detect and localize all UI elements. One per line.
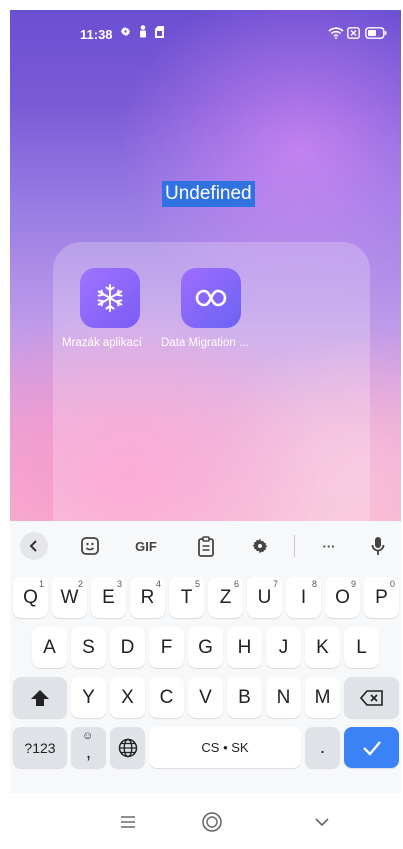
status-time: 11:38	[80, 27, 113, 42]
enter-button[interactable]	[344, 727, 399, 768]
key-v[interactable]: V	[188, 677, 223, 718]
app-label-data-migration: Data Migration ...	[161, 337, 249, 349]
key-r[interactable]: R4	[130, 577, 165, 618]
key-j[interactable]: J	[266, 627, 301, 668]
recent-apps-button[interactable]	[113, 807, 143, 837]
gif-button[interactable]: GIF	[131, 534, 161, 558]
menu-icon	[121, 816, 135, 828]
snowflake-icon	[95, 283, 125, 318]
key-y[interactable]: Y	[71, 677, 106, 718]
language-key[interactable]	[110, 727, 145, 768]
key-e[interactable]: E3	[91, 577, 126, 618]
key-h[interactable]: H	[227, 627, 262, 668]
key-a[interactable]: A	[32, 627, 67, 668]
chevron-left-icon	[29, 540, 37, 552]
key-b[interactable]: B	[227, 677, 262, 718]
voice-input-button[interactable]	[368, 534, 388, 558]
folder-name-input[interactable]: Undefined	[162, 181, 255, 207]
key-d[interactable]: D	[110, 627, 145, 668]
more-options-button[interactable]: ···	[316, 534, 342, 558]
sim-card-icon	[155, 25, 164, 43]
no-sim-icon	[347, 26, 360, 44]
system-navigation-bar	[10, 793, 401, 849]
key-t[interactable]: T5	[169, 577, 204, 618]
battery-icon	[365, 26, 387, 44]
key-x[interactable]: X	[110, 677, 145, 718]
globe-icon	[118, 738, 137, 757]
key-n[interactable]: N	[266, 677, 301, 718]
key-u[interactable]: U7	[247, 577, 282, 618]
keyboard-back-button[interactable]	[20, 532, 48, 560]
phone-screen: 11:38 Undefined Mrazák aplikací Data Mig…	[10, 10, 401, 849]
app-freezer-button[interactable]	[80, 268, 140, 328]
backspace-key[interactable]	[344, 677, 399, 718]
settings-icon	[119, 25, 132, 43]
key-l[interactable]: L	[344, 627, 379, 668]
space-key[interactable]: CS • SK	[149, 727, 301, 768]
home-circle-icon	[202, 812, 222, 832]
wifi-icon	[328, 26, 344, 44]
key-c[interactable]: C	[149, 677, 184, 718]
more-label: ···	[322, 538, 336, 554]
emoji-sticker-button[interactable]	[78, 534, 102, 558]
microphone-icon	[371, 537, 385, 555]
key-f[interactable]: F	[149, 627, 184, 668]
key-g[interactable]: G	[188, 627, 223, 668]
infinity-icon	[194, 287, 228, 314]
toolbar-divider	[294, 535, 295, 557]
key-w[interactable]: W2	[52, 577, 87, 618]
period-key[interactable]: .	[305, 727, 340, 768]
back-button[interactable]	[307, 807, 337, 837]
keyboard: GIF ··· Q1 W2 E3 R4 T5 Z6 U7 I8 O9 P0 A …	[10, 521, 401, 793]
status-bar: 11:38	[10, 10, 401, 54]
backspace-icon	[359, 689, 383, 706]
clipboard-icon	[198, 535, 214, 557]
key-z[interactable]: Z6	[208, 577, 243, 618]
gif-label: GIF	[135, 538, 157, 554]
key-k[interactable]: K	[305, 627, 340, 668]
key-o[interactable]: O9	[325, 577, 360, 618]
key-i[interactable]: I8	[286, 577, 321, 618]
key-p[interactable]: P0	[364, 577, 399, 618]
emoji-icon: ☺	[82, 730, 94, 742]
shift-arrow-icon	[31, 689, 49, 706]
checkmark-icon	[362, 740, 381, 756]
gear-icon	[252, 538, 268, 554]
key-q[interactable]: Q1	[13, 577, 48, 618]
chevron-down-icon	[315, 818, 329, 827]
sticker-icon	[81, 537, 99, 555]
symbols-key[interactable]: ?123	[13, 727, 67, 768]
app-data-migration-button[interactable]	[181, 268, 241, 328]
comma-emoji-key[interactable]: ☺ ,	[71, 727, 106, 768]
key-s[interactable]: S	[71, 627, 106, 668]
key-m[interactable]: M	[305, 677, 340, 718]
home-button[interactable]	[197, 807, 227, 837]
clipboard-button[interactable]	[194, 534, 218, 558]
app-label-freezer: Mrazák aplikací	[62, 337, 142, 349]
shift-key[interactable]	[13, 677, 67, 718]
keyboard-settings-button[interactable]	[248, 534, 272, 558]
person-icon	[139, 25, 147, 43]
